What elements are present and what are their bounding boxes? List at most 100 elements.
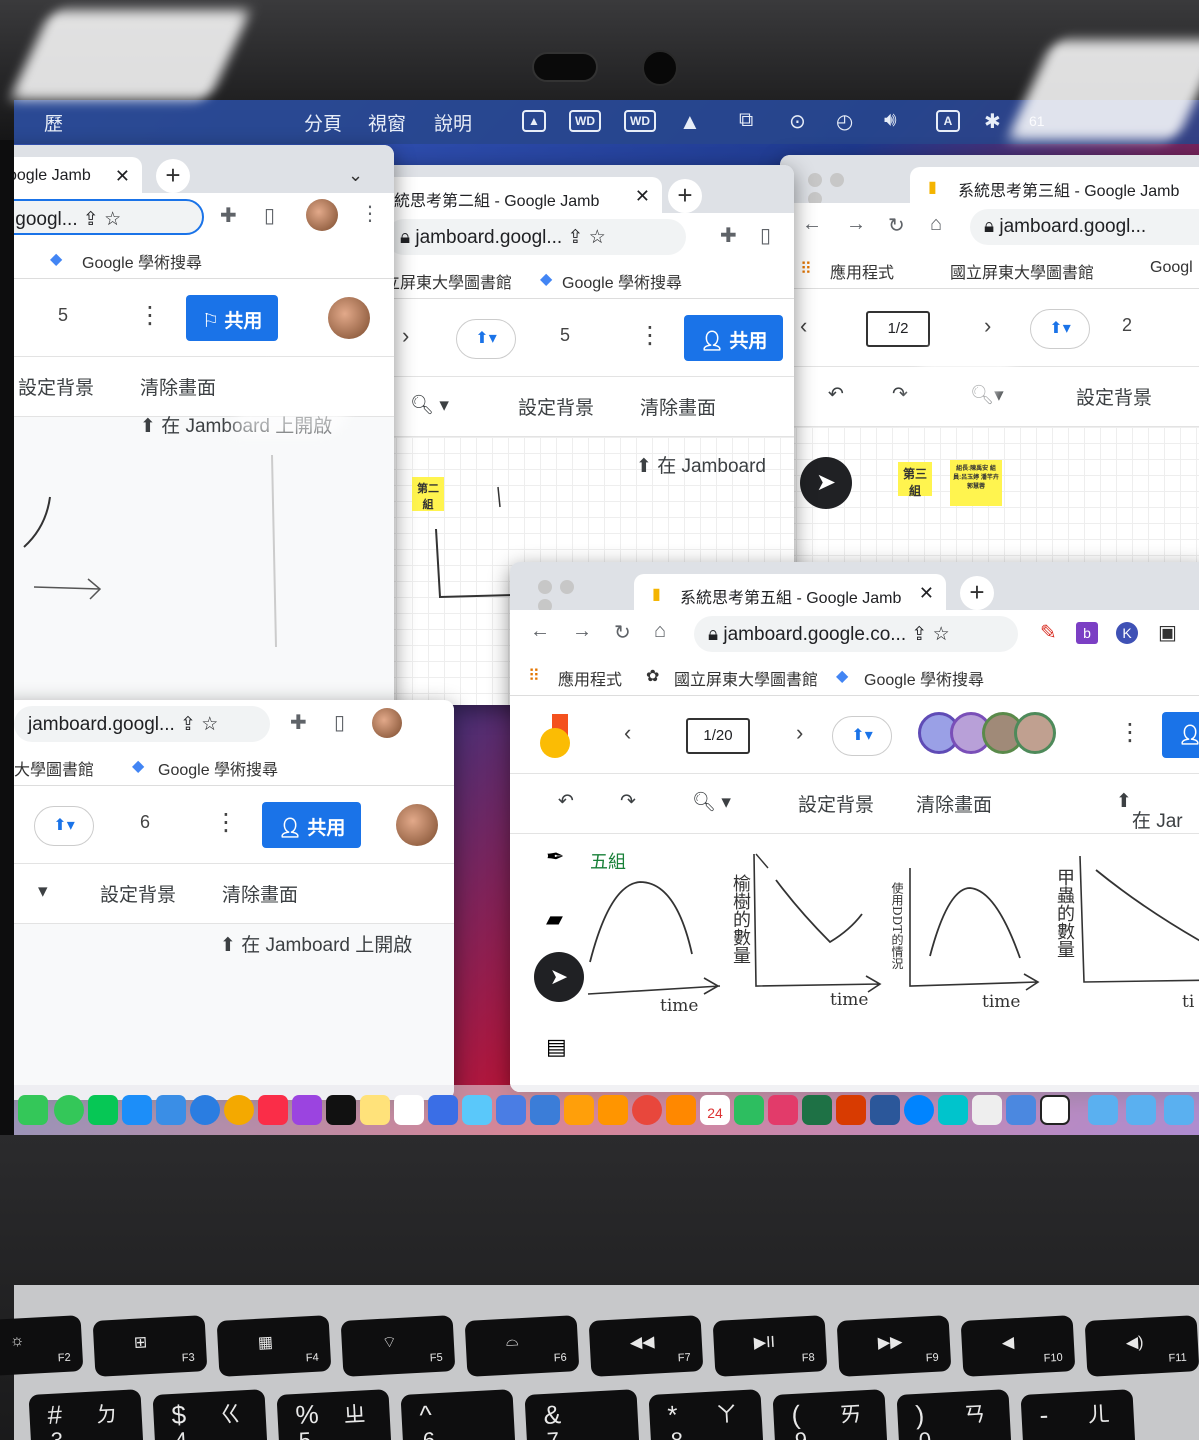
- set-background-button[interactable]: 設定背景: [18, 373, 94, 400]
- safari-icon[interactable]: [190, 1095, 220, 1125]
- prev-frame-icon[interactable]: ‹: [800, 313, 807, 339]
- wd-drive-icon[interactable]: WD: [624, 110, 656, 132]
- screens-icon[interactable]: ⧉: [739, 109, 753, 132]
- volume-icon[interactable]: 🔊︎: [884, 109, 897, 132]
- finder-window-icon[interactable]: [428, 1095, 458, 1125]
- tab-group2[interactable]: 系統思考第二組 - Google Jamb ✕: [364, 177, 662, 217]
- open-in-jamboard-link[interactable]: ⬆︎ 在 Jar: [1116, 790, 1183, 832]
- share-button[interactable]: 👤︎ 共用: [684, 315, 784, 361]
- forward-icon[interactable]: →: [572, 620, 592, 643]
- collaborator-avatar[interactable]: [1014, 712, 1056, 754]
- more-options-icon[interactable]: ⋮: [214, 808, 238, 837]
- frame-indicator[interactable]: 1/20: [686, 718, 750, 754]
- eraser-tool-icon[interactable]: ▰: [546, 906, 563, 932]
- set-background-button[interactable]: 設定背景: [518, 393, 594, 420]
- number-key[interactable]: ) ㄢ 0: [896, 1389, 1012, 1440]
- menubar-app-icon[interactable]: ▲: [522, 110, 546, 132]
- clear-frame-button[interactable]: 清除畫面: [222, 880, 298, 907]
- home-icon[interactable]: ⌂: [930, 213, 942, 236]
- messages-icon[interactable]: [54, 1095, 84, 1125]
- canva-icon[interactable]: [938, 1095, 968, 1125]
- evernote-icon[interactable]: [734, 1095, 764, 1125]
- jam-canvas[interactable]: ⬆︎ 在 Jamboard 上開啟: [14, 416, 394, 720]
- extensions-icon[interactable]: ✚: [290, 710, 307, 735]
- prev-frame-icon[interactable]: ‹: [624, 720, 631, 746]
- more-options-icon[interactable]: ⋮: [638, 321, 662, 350]
- bookmark-scholar[interactable]: Googl: [1150, 259, 1193, 277]
- books-icon[interactable]: [598, 1095, 628, 1125]
- bookmark-library[interactable]: 國立屏東大學圖書館: [674, 666, 818, 690]
- square-extension-icon[interactable]: ▣: [1158, 620, 1177, 645]
- redo-icon[interactable]: ↷: [620, 790, 636, 813]
- set-background-button[interactable]: 設定背景: [798, 790, 874, 817]
- zoom-icon[interactable]: 🔍︎ ▾: [692, 790, 731, 814]
- bookmark-library[interactable]: 大學圖書館: [14, 756, 94, 780]
- frame-indicator[interactable]: 1/2: [866, 311, 930, 347]
- excel-icon[interactable]: [802, 1095, 832, 1125]
- bookmark-library[interactable]: 立屏東大學圖書館: [384, 269, 512, 293]
- wd-drive-icon[interactable]: WD: [569, 110, 601, 132]
- bookmark-scholar[interactable]: Google 學術搜尋: [864, 666, 984, 690]
- tab-group3[interactable]: ▮ 系統思考第三組 - Google Jamb: [910, 167, 1199, 207]
- select-tool-icon[interactable]: ➤: [534, 952, 584, 1002]
- imovie-icon[interactable]: [496, 1095, 526, 1125]
- zoom-dropdown-icon[interactable]: ▾: [38, 880, 48, 903]
- sticky-note-tool-icon[interactable]: ▤: [546, 1034, 567, 1060]
- profile-avatar[interactable]: [396, 804, 438, 846]
- clear-frame-button[interactable]: 清除畫面: [916, 790, 992, 817]
- menu-item-history[interactable]: 歷: [44, 109, 63, 136]
- music-icon[interactable]: [258, 1095, 288, 1125]
- app-store-icon[interactable]: [122, 1095, 152, 1125]
- profile-avatar[interactable]: [372, 708, 402, 738]
- new-tab-button[interactable]: +: [156, 159, 190, 193]
- apps-grid-icon[interactable]: ⠿: [528, 666, 540, 686]
- window-controls[interactable]: [538, 580, 602, 613]
- number-key[interactable]: % ㄓ 5: [276, 1389, 392, 1440]
- function-key[interactable]: ⌔ F5: [340, 1315, 456, 1377]
- reload-icon[interactable]: ↻: [614, 620, 631, 645]
- clear-frame-button[interactable]: 清除畫面: [140, 373, 216, 400]
- back-icon[interactable]: ←: [802, 213, 822, 236]
- mail-icon[interactable]: [156, 1095, 186, 1125]
- function-key[interactable]: ▶▶ F9: [836, 1315, 952, 1377]
- k-extension-icon[interactable]: K: [1116, 622, 1138, 644]
- menu-item-tabs[interactable]: 分頁: [304, 109, 342, 136]
- more-options-icon[interactable]: ⋮: [1118, 718, 1142, 747]
- zoom-icon[interactable]: 🔍︎ ▾: [410, 393, 449, 417]
- set-background-button[interactable]: 設定背景: [1076, 383, 1152, 410]
- extensions-icon[interactable]: ✚: [220, 203, 237, 228]
- reload-icon[interactable]: ↻: [888, 213, 905, 238]
- url-field[interactable]: jamboard.googl... ⇪ ☆: [14, 706, 270, 742]
- number-key[interactable]: ^6: [400, 1389, 516, 1440]
- apps-grid-icon[interactable]: ⠿: [800, 259, 812, 279]
- bookmark-scholar[interactable]: Google 學術搜尋: [158, 756, 278, 780]
- word-icon[interactable]: [870, 1095, 900, 1125]
- more-options-icon[interactable]: ⋮: [138, 301, 162, 330]
- notes-icon[interactable]: [360, 1095, 390, 1125]
- new-tab-button[interactable]: +: [668, 179, 702, 213]
- select-tool-icon[interactable]: ➤: [800, 457, 852, 509]
- bookmark-apps[interactable]: 應用程式: [830, 259, 894, 283]
- menu-item-window[interactable]: 視窗: [368, 109, 406, 136]
- tab-search-icon[interactable]: ⌄: [348, 165, 363, 186]
- folder-icon[interactable]: [1164, 1095, 1194, 1125]
- input-method-icon[interactable]: A: [936, 110, 960, 132]
- tab-jamboard[interactable]: oogle Jamb ✕: [14, 157, 142, 197]
- next-frame-icon[interactable]: ›: [402, 323, 409, 349]
- url-field[interactable]: 🔒︎ jamboard.googl...: [970, 209, 1199, 245]
- calendar-icon[interactable]: 24: [700, 1095, 730, 1125]
- home-icon[interactable]: ⌂: [654, 620, 666, 643]
- collaborator-avatars[interactable]: [918, 710, 1078, 756]
- maps-icon[interactable]: [462, 1095, 492, 1125]
- sidepanel-icon[interactable]: ▯: [760, 223, 771, 248]
- podcasts-icon[interactable]: [292, 1095, 322, 1125]
- next-frame-icon[interactable]: ›: [984, 313, 991, 339]
- jam-canvas[interactable]: ✒ ▰ ➤ ▤ 五組 榆樹的數量 使用DDT的情況 甲蟲的數量 time tim…: [510, 834, 1199, 1092]
- folder-icon[interactable]: [1126, 1095, 1156, 1125]
- number-key[interactable]: * ㄚ 8: [648, 1389, 764, 1440]
- open-in-jamboard-link[interactable]: ⬆︎ 在 Jamboard 上開啟: [220, 930, 412, 957]
- function-key[interactable]: ⊞ F3: [92, 1315, 208, 1377]
- vlc-icon[interactable]: [666, 1095, 696, 1125]
- url-field[interactable]: .googl... ⇪ ☆: [14, 199, 204, 235]
- sticky-group3[interactable]: 第三組: [898, 462, 932, 498]
